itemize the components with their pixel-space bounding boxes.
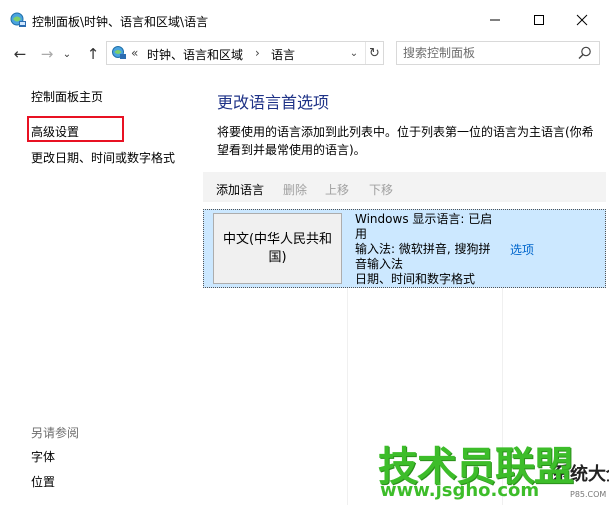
title-bar: 控制面板\时钟、语言和区域\语言 [0,0,609,40]
move-up-button[interactable]: 上移 [325,181,349,198]
display-language-status: Windows 显示语言: 已启用 [355,212,493,241]
minimize-button[interactable] [481,8,509,32]
date-time-format-info: 日期、时间和数字格式 [355,272,476,286]
search-box[interactable] [396,41,600,65]
language-details: Windows 显示语言: 已启用 输入法: 微软拼音, 搜狗拼音输入法 日期、… [355,212,495,287]
forward-button[interactable]: → [36,43,58,65]
language-list-item[interactable]: 中文(中华人民共和国) Windows 显示语言: 已启用 输入法: 微软拼音,… [203,209,606,288]
refresh-icon: ↻ [369,45,380,61]
fonts-link[interactable]: 字体 [31,448,55,465]
refresh-button[interactable]: ↻ [365,42,383,64]
address-overflow[interactable]: « [131,46,138,60]
watermark-url: www.jsgho.com [380,480,540,501]
advanced-settings-link[interactable]: 高级设置 [31,123,79,140]
arrow-right-icon: → [40,45,54,63]
up-button[interactable]: ↑ [82,43,104,65]
address-bar[interactable]: « 时钟、语言和区域 › 语言 ⌄ ↻ [106,41,384,65]
recent-locations-button[interactable]: ⌄ [60,43,74,65]
input-method-info: 输入法: 微软拼音, 搜狗拼音输入法 [355,242,491,271]
search-icon[interactable] [578,46,592,60]
breadcrumb-chevron[interactable]: › [255,46,260,60]
maximize-button[interactable] [525,8,553,32]
search-input[interactable] [403,45,573,61]
breadcrumb-language[interactable]: 语言 [271,46,295,63]
column-divider [347,288,348,505]
control-panel-icon [9,11,27,29]
watermark: 系统大全 技术员联盟 www.jsgho.com P85.COM [374,434,609,505]
page-description: 将要使用的语言添加到此列表中。位于列表第一位的语言为主语言(你希望看到并最常使用… [217,125,594,157]
language-name-tile[interactable]: 中文(中华人民共和国) [213,213,342,284]
add-language-button[interactable]: 添加语言 [216,181,264,198]
change-date-time-format-link[interactable]: 更改日期、时间或数字格式 [31,149,175,166]
back-button[interactable]: ← [9,43,31,65]
control-panel-icon [111,45,127,61]
control-panel-home-link[interactable]: 控制面板主页 [31,88,103,105]
location-link[interactable]: 位置 [31,473,55,490]
arrow-up-icon: ↑ [86,45,100,63]
move-down-button[interactable]: 下移 [369,181,393,198]
address-dropdown-button[interactable]: ⌄ [347,44,361,62]
watermark-small-text: P85.COM [570,490,607,499]
arrow-left-icon: ← [13,45,27,63]
window-title: 控制面板\时钟、语言和区域\语言 [32,15,209,29]
remove-language-button[interactable]: 删除 [283,181,307,198]
see-also-heading: 另请参阅 [31,426,80,440]
page-title: 更改语言首选项 [217,93,330,112]
chevron-down-icon: ⌄ [349,47,359,59]
chevron-down-icon: ⌄ [62,48,72,60]
close-button[interactable] [568,8,596,32]
breadcrumb-clock-language-region[interactable]: 时钟、语言和区域 [147,46,243,63]
language-toolbar: 添加语言 删除 上移 下移 [203,172,606,202]
navigation-bar: ← → ⌄ ↑ « 时钟、语言和区域 › 语言 ⌄ ↻ [0,40,609,70]
language-options-link[interactable]: 选项 [510,241,534,258]
